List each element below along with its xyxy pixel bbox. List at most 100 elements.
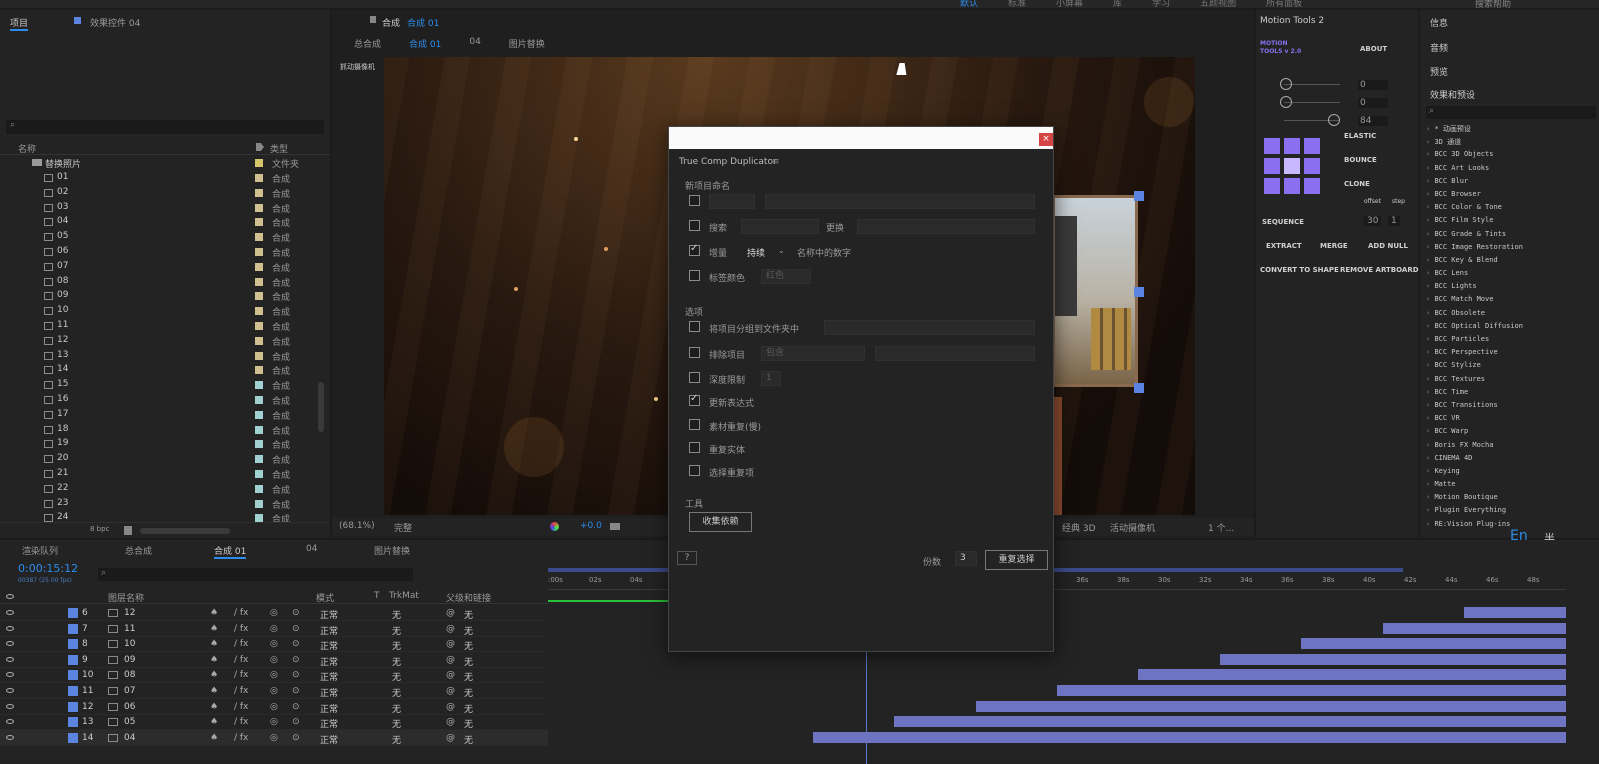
layer-name[interactable]: 06 (124, 702, 135, 712)
mode-select[interactable]: 正常 (320, 702, 338, 715)
ease-slider-3-knob[interactable] (1328, 114, 1340, 126)
effects-category[interactable]: › BCC Film Style (1426, 216, 1596, 229)
layer-duration-bar[interactable] (1382, 622, 1566, 634)
effects-category[interactable]: › BCC Stylize (1426, 361, 1596, 374)
exclude-mode-select[interactable]: 包含 (761, 346, 865, 361)
duplicate-selection-button[interactable]: 重复选择 (985, 550, 1048, 570)
mode-select[interactable]: 正常 (320, 686, 338, 699)
bpc-label[interactable]: 8 bpc (90, 525, 109, 533)
layer-label-color[interactable] (68, 623, 78, 634)
trkmat-select[interactable]: 无 (392, 639, 401, 652)
3d-layer-icon[interactable]: ⊙ (292, 655, 300, 665)
layer-name[interactable]: 10 (124, 639, 135, 649)
project-item[interactable]: 08 合成 (0, 275, 318, 289)
fx-switch[interactable]: / fx (234, 733, 248, 743)
motion-blur-icon[interactable]: ◎ (270, 624, 278, 634)
parent-select[interactable]: 无 (464, 624, 473, 637)
layer-duration-bar[interactable] (1057, 685, 1566, 696)
parent-select[interactable]: 无 (464, 670, 473, 683)
increment-checkbox[interactable] (689, 243, 700, 256)
col-name-header[interactable]: 名称 (18, 142, 36, 155)
project-item[interactable]: 20 合成 (0, 452, 318, 466)
parent-select[interactable]: 无 (464, 639, 473, 652)
shy-icon[interactable]: ♠ (210, 717, 218, 727)
views-select[interactable]: 1 个... (1208, 521, 1234, 534)
eye-icon[interactable] (6, 672, 14, 678)
layer-label-color[interactable] (68, 639, 78, 650)
effects-category[interactable]: › BCC 3D Objects (1426, 150, 1596, 163)
shy-icon[interactable]: ♠ (210, 639, 218, 649)
layer-duration-bar[interactable] (894, 716, 1566, 728)
fx-switch[interactable]: / fx (234, 702, 248, 712)
effects-category[interactable]: › BCC Match Move (1426, 295, 1596, 308)
3d-layer-icon[interactable]: ⊙ (292, 670, 300, 680)
mode-select[interactable]: 正常 (320, 717, 338, 730)
layer-label-color[interactable] (68, 701, 78, 712)
motion-blur-icon[interactable]: ◎ (270, 608, 278, 618)
parent-select[interactable]: 无 (464, 733, 473, 746)
table-row[interactable]: 14 04 ♠ / fx ◎ ⊙ 正常 无 @ 无 (0, 729, 548, 746)
table-row[interactable]: 11 07 ♠ / fx ◎ ⊙ 正常 无 @ 无 (0, 683, 548, 699)
anchor-grid[interactable] (1264, 138, 1320, 194)
menu-icon[interactable]: ≡ (772, 157, 780, 167)
clone-button[interactable]: CLONE (1344, 180, 1370, 188)
breadcrumb-comp01[interactable]: 合成 01 (409, 37, 441, 50)
collect-dependencies-button[interactable]: 收集依赖 (689, 512, 752, 532)
table-row[interactable]: 13 05 ♠ / fx ◎ ⊙ 正常 无 @ 无 (0, 714, 548, 731)
layer-name[interactable]: 11 (124, 624, 135, 634)
pickwhip-icon[interactable]: @ (446, 639, 455, 649)
copies-field[interactable]: 3 (955, 551, 977, 566)
layer-label-color[interactable] (68, 608, 78, 618)
pickwhip-icon[interactable]: @ (446, 624, 455, 634)
replace-field[interactable] (857, 219, 1035, 234)
shy-icon[interactable]: ♠ (210, 686, 218, 696)
tab-master-comp[interactable]: 总合成 (125, 544, 152, 557)
pickwhip-icon[interactable]: @ (446, 702, 455, 712)
convert-to-shape-button[interactable]: CONVERT TO SHAPE (1260, 266, 1339, 274)
increment-mode-select[interactable]: 持续 (747, 246, 765, 259)
effects-category[interactable]: › BCC Transitions (1426, 401, 1596, 414)
quality-select[interactable]: 完整 (394, 521, 412, 534)
effects-category[interactable]: › BCC Perspective (1426, 348, 1596, 361)
project-item[interactable]: 03 合成 (0, 201, 318, 215)
remove-artboard-button[interactable]: REMOVE ARTBOARD (1340, 266, 1419, 274)
workspace-default[interactable]: 默认 (960, 0, 978, 9)
timeline-search-input[interactable]: ⌕ (98, 568, 413, 581)
timecode[interactable]: 0:00:15:12 (18, 562, 78, 575)
project-item[interactable]: 01 合成 (0, 171, 318, 185)
motion-blur-icon[interactable]: ◎ (270, 717, 278, 727)
fx-switch[interactable]: / fx (234, 717, 248, 727)
trkmat-select[interactable]: 无 (392, 717, 401, 730)
motion-blur-icon[interactable]: ◎ (270, 686, 278, 696)
pickwhip-icon[interactable]: @ (446, 655, 455, 665)
search-replace-checkbox[interactable] (689, 220, 700, 231)
layer-duration-bar[interactable] (975, 700, 1566, 712)
trkmat-select[interactable]: 无 (392, 670, 401, 683)
workspace-learn[interactable]: 学习 (1152, 0, 1170, 9)
tab-render-queue[interactable]: 渲染队列 (22, 544, 58, 557)
layer-label-color[interactable] (68, 654, 78, 665)
fx-switch[interactable]: / fx (234, 608, 248, 618)
layer-duration-bar[interactable] (1301, 638, 1566, 650)
effects-category[interactable]: › Motion Boutique (1426, 493, 1596, 506)
effects-controls-tab[interactable]: 效果控件 04 (90, 16, 140, 29)
table-row[interactable]: 12 06 ♠ / fx ◎ ⊙ 正常 无 @ 无 (0, 699, 548, 715)
workspace-small[interactable]: 小屏幕 (1056, 0, 1083, 9)
project-item[interactable]: 15 合成 (0, 378, 318, 392)
effects-category[interactable]: › BCC Optical Diffusion (1426, 322, 1596, 335)
layer-label-color[interactable] (68, 732, 78, 743)
merge-button[interactable]: MERGE (1320, 242, 1348, 250)
footage-dup-checkbox[interactable] (689, 419, 700, 430)
trkmat-select[interactable]: 无 (392, 608, 401, 621)
layer-name[interactable]: 12 (124, 608, 135, 618)
motion-blur-icon[interactable]: ◎ (270, 639, 278, 649)
project-item[interactable]: 16 合成 (0, 393, 318, 407)
label-color-checkbox[interactable] (689, 270, 700, 281)
elastic-button[interactable]: ELASTIC (1344, 132, 1376, 140)
project-item[interactable]: 10 合成 (0, 304, 318, 318)
project-item[interactable]: 19 合成 (0, 437, 318, 451)
motion-blur-icon[interactable]: ◎ (270, 670, 278, 680)
trkmat-select[interactable]: 无 (392, 624, 401, 637)
shy-icon[interactable]: ♠ (210, 655, 218, 665)
project-item[interactable]: 22 合成 (0, 482, 318, 496)
